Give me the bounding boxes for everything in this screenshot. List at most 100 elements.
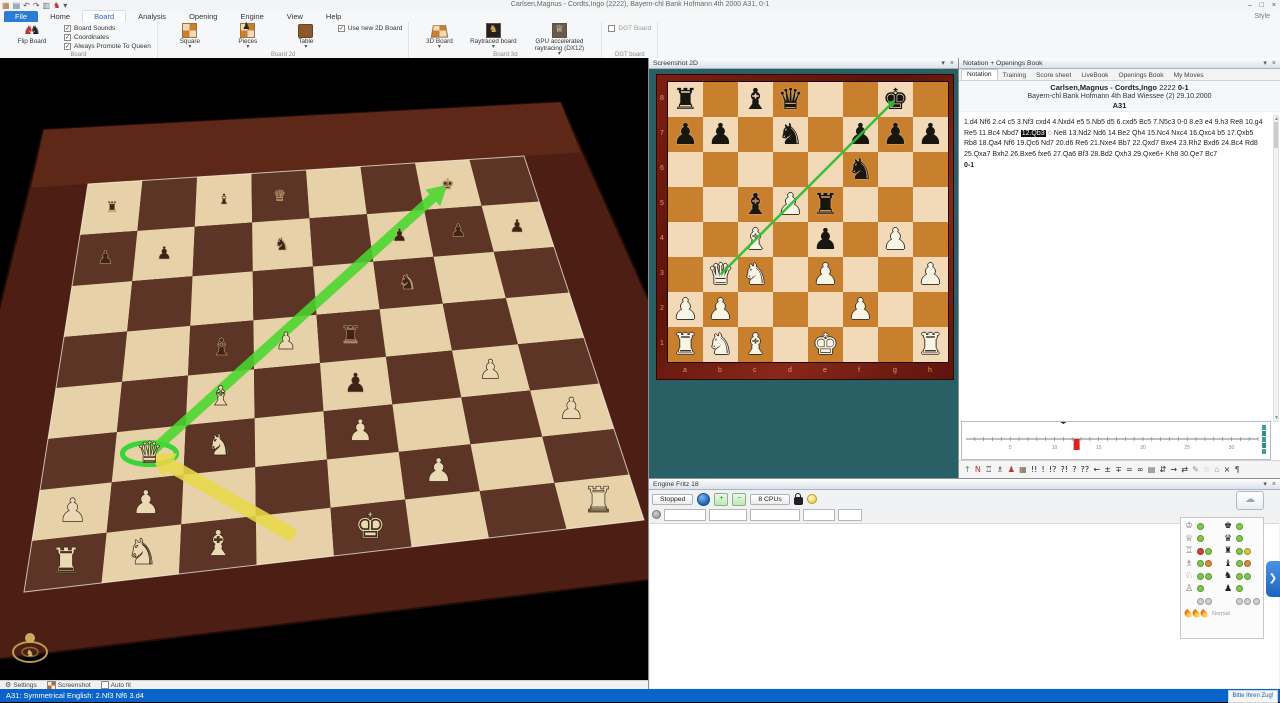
square-b4[interactable]: [703, 222, 738, 257]
black-piece3d-d7[interactable]: ♞: [274, 235, 290, 255]
black-piece3d-c8[interactable]: ♝: [217, 192, 230, 208]
white-piece3d-f2[interactable]: ♟: [424, 451, 453, 489]
close-button[interactable]: ×: [1272, 2, 1276, 9]
piece-evaluation-widget[interactable]: ♔♚♕♛♖♜♗♝♘♞♙♟Normal: [1180, 517, 1264, 639]
square-h6[interactable]: [913, 152, 948, 187]
board3d-window[interactable]: ♜♝♛♚♟♟♞♟♟♟♞♟♝♜♝♟♟♛♞♟♟♟♟♟♜♞♝♚♜♞: [0, 58, 648, 680]
white-piece3d-a2[interactable]: ♟: [58, 491, 87, 529]
square-d2[interactable]: [773, 292, 808, 327]
annotation-sym[interactable]: ∞: [1137, 465, 1144, 475]
annotation-N[interactable]: N: [975, 465, 981, 475]
square3d-f4[interactable]: [386, 351, 461, 405]
square3d-a6[interactable]: [64, 281, 132, 337]
annotation-symsym[interactable]: ?!: [1061, 465, 1068, 475]
white-piece3d-c3[interactable]: ♞: [207, 428, 233, 462]
black-piece3d-c5[interactable]: ♝: [211, 333, 232, 361]
square-b5[interactable]: [703, 187, 738, 222]
annotation-sym[interactable]: ⌂: [1214, 465, 1219, 475]
square-e2[interactable]: [808, 292, 843, 327]
white-piece3d-g4[interactable]: ♟: [478, 355, 502, 386]
black-piece-b7[interactable]: ♟: [703, 117, 738, 152]
black-piece3d-g7[interactable]: ♟: [450, 221, 466, 241]
black-piece3d-g8[interactable]: ♚: [441, 177, 454, 193]
black-piece3d-e5[interactable]: ♜: [340, 321, 361, 349]
white-piece3d-e1[interactable]: ♚: [354, 506, 386, 547]
annotation-sym[interactable]: ?: [1072, 465, 1076, 475]
square-d3[interactable]: [773, 257, 808, 292]
white-piece3d-b2[interactable]: ♟: [131, 483, 160, 521]
black-piece-e5[interactable]: ♜: [808, 187, 843, 222]
square-f8[interactable]: [843, 82, 878, 117]
notation-tab-openings-book[interactable]: Openings Book: [1113, 71, 1168, 80]
checkbox-board-sounds[interactable]: ✓Board Sounds: [64, 25, 151, 32]
engine-field-3[interactable]: [803, 509, 835, 521]
square-d6[interactable]: [773, 152, 808, 187]
square3d-f3[interactable]: [392, 397, 470, 452]
notation-scrollbar[interactable]: ▲ ▼: [1273, 115, 1279, 422]
square-button[interactable]: Square▾: [164, 23, 216, 50]
white-piece-f2[interactable]: ♟: [843, 292, 878, 327]
white-piece-h1[interactable]: ♜: [913, 327, 948, 362]
square3d-f5[interactable]: [380, 304, 452, 357]
square-h5[interactable]: [913, 187, 948, 222]
square-h4[interactable]: [913, 222, 948, 257]
black-piece-c5[interactable]: ♝: [738, 187, 773, 222]
square-c6[interactable]: [738, 152, 773, 187]
engine-power-icon[interactable]: [697, 493, 710, 506]
board3d-scene[interactable]: ♜♝♛♚♟♟♞♟♟♟♞♟♝♜♝♟♟♛♞♟♟♟♟♟♜♞♝♚♜♞: [0, 58, 648, 680]
white-piece3d-c4[interactable]: ♝: [209, 381, 233, 412]
engine-field-0[interactable]: [664, 509, 706, 521]
black-piece-a7[interactable]: ♟: [668, 117, 703, 152]
toolbar3d-settings[interactable]: ⚙Settings: [5, 681, 37, 689]
white-piece3d-a1[interactable]: ♜: [50, 541, 82, 582]
white-piece3d-h1[interactable]: ♜: [583, 480, 615, 521]
engine-field-4[interactable]: [838, 509, 862, 521]
square-a5[interactable]: [668, 187, 703, 222]
annotation-sym[interactable]: ←: [1093, 465, 1100, 475]
black-piece3d-f7[interactable]: ♟: [392, 226, 408, 246]
annotation-sym[interactable]: ⇵: [1159, 465, 1166, 475]
notation-tab-training[interactable]: Training: [998, 71, 1032, 80]
engine-stop-button[interactable]: Stopped: [652, 494, 693, 505]
square3d-e8[interactable]: [306, 167, 367, 219]
white-piece-c1[interactable]: ♝: [738, 327, 773, 362]
current-move[interactable]: 12.Qb3: [1021, 130, 1046, 137]
black-piece3d-f6[interactable]: ♞: [398, 270, 416, 294]
annotation-sym[interactable]: ⇄: [1181, 465, 1188, 475]
panel-collapse-icon[interactable]: ▾: [1263, 59, 1267, 67]
notation-tab-my-moves[interactable]: My Moves: [1169, 71, 1209, 80]
expand-chevron-icon[interactable]: ❯: [1266, 561, 1280, 597]
panel-collapse-icon[interactable]: ▾: [1263, 480, 1267, 488]
engine-field-2[interactable]: [750, 509, 800, 521]
annotation-sym[interactable]: ♗: [996, 465, 1003, 475]
square-a6[interactable]: [668, 152, 703, 187]
annotation-sym[interactable]: ×: [1224, 465, 1231, 475]
panel-close-icon[interactable]: ×: [1272, 60, 1276, 67]
white-piece3d-e3[interactable]: ♟: [347, 414, 373, 448]
square-g3[interactable]: [878, 257, 913, 292]
minimize-button[interactable]: –: [1248, 2, 1252, 9]
square-f4[interactable]: [843, 222, 878, 257]
evaluation-profile[interactable]: 51015202530: [961, 421, 1271, 460]
square3d-d2[interactable]: [255, 460, 330, 517]
white-piece-b2[interactable]: ♟: [703, 292, 738, 327]
square-c2[interactable]: [738, 292, 773, 327]
panel-collapse-icon[interactable]: ▾: [941, 59, 945, 67]
white-piece-g4[interactable]: ♟: [878, 222, 913, 257]
square-f5[interactable]: [843, 187, 878, 222]
square3d-g3[interactable]: [461, 390, 542, 444]
square3d-f1[interactable]: [405, 491, 489, 547]
annotation-sym[interactable]: !: [1042, 465, 1045, 475]
white-piece-c3[interactable]: ♞: [738, 257, 773, 292]
notation-tab-notation[interactable]: Notation: [961, 69, 998, 80]
square3d-g1[interactable]: [480, 483, 567, 538]
black-piece-h7[interactable]: ♟: [913, 117, 948, 152]
black-piece-d7[interactable]: ♞: [773, 117, 808, 152]
square-b6[interactable]: [703, 152, 738, 187]
maximize-button[interactable]: □: [1260, 2, 1264, 9]
square-g6[interactable]: [878, 152, 913, 187]
square3d-c6[interactable]: [190, 271, 253, 326]
square3d-a3[interactable]: [40, 432, 117, 490]
annotation-sym[interactable]: ▤: [1148, 465, 1156, 475]
zoom-in-icon[interactable]: +: [714, 493, 728, 506]
